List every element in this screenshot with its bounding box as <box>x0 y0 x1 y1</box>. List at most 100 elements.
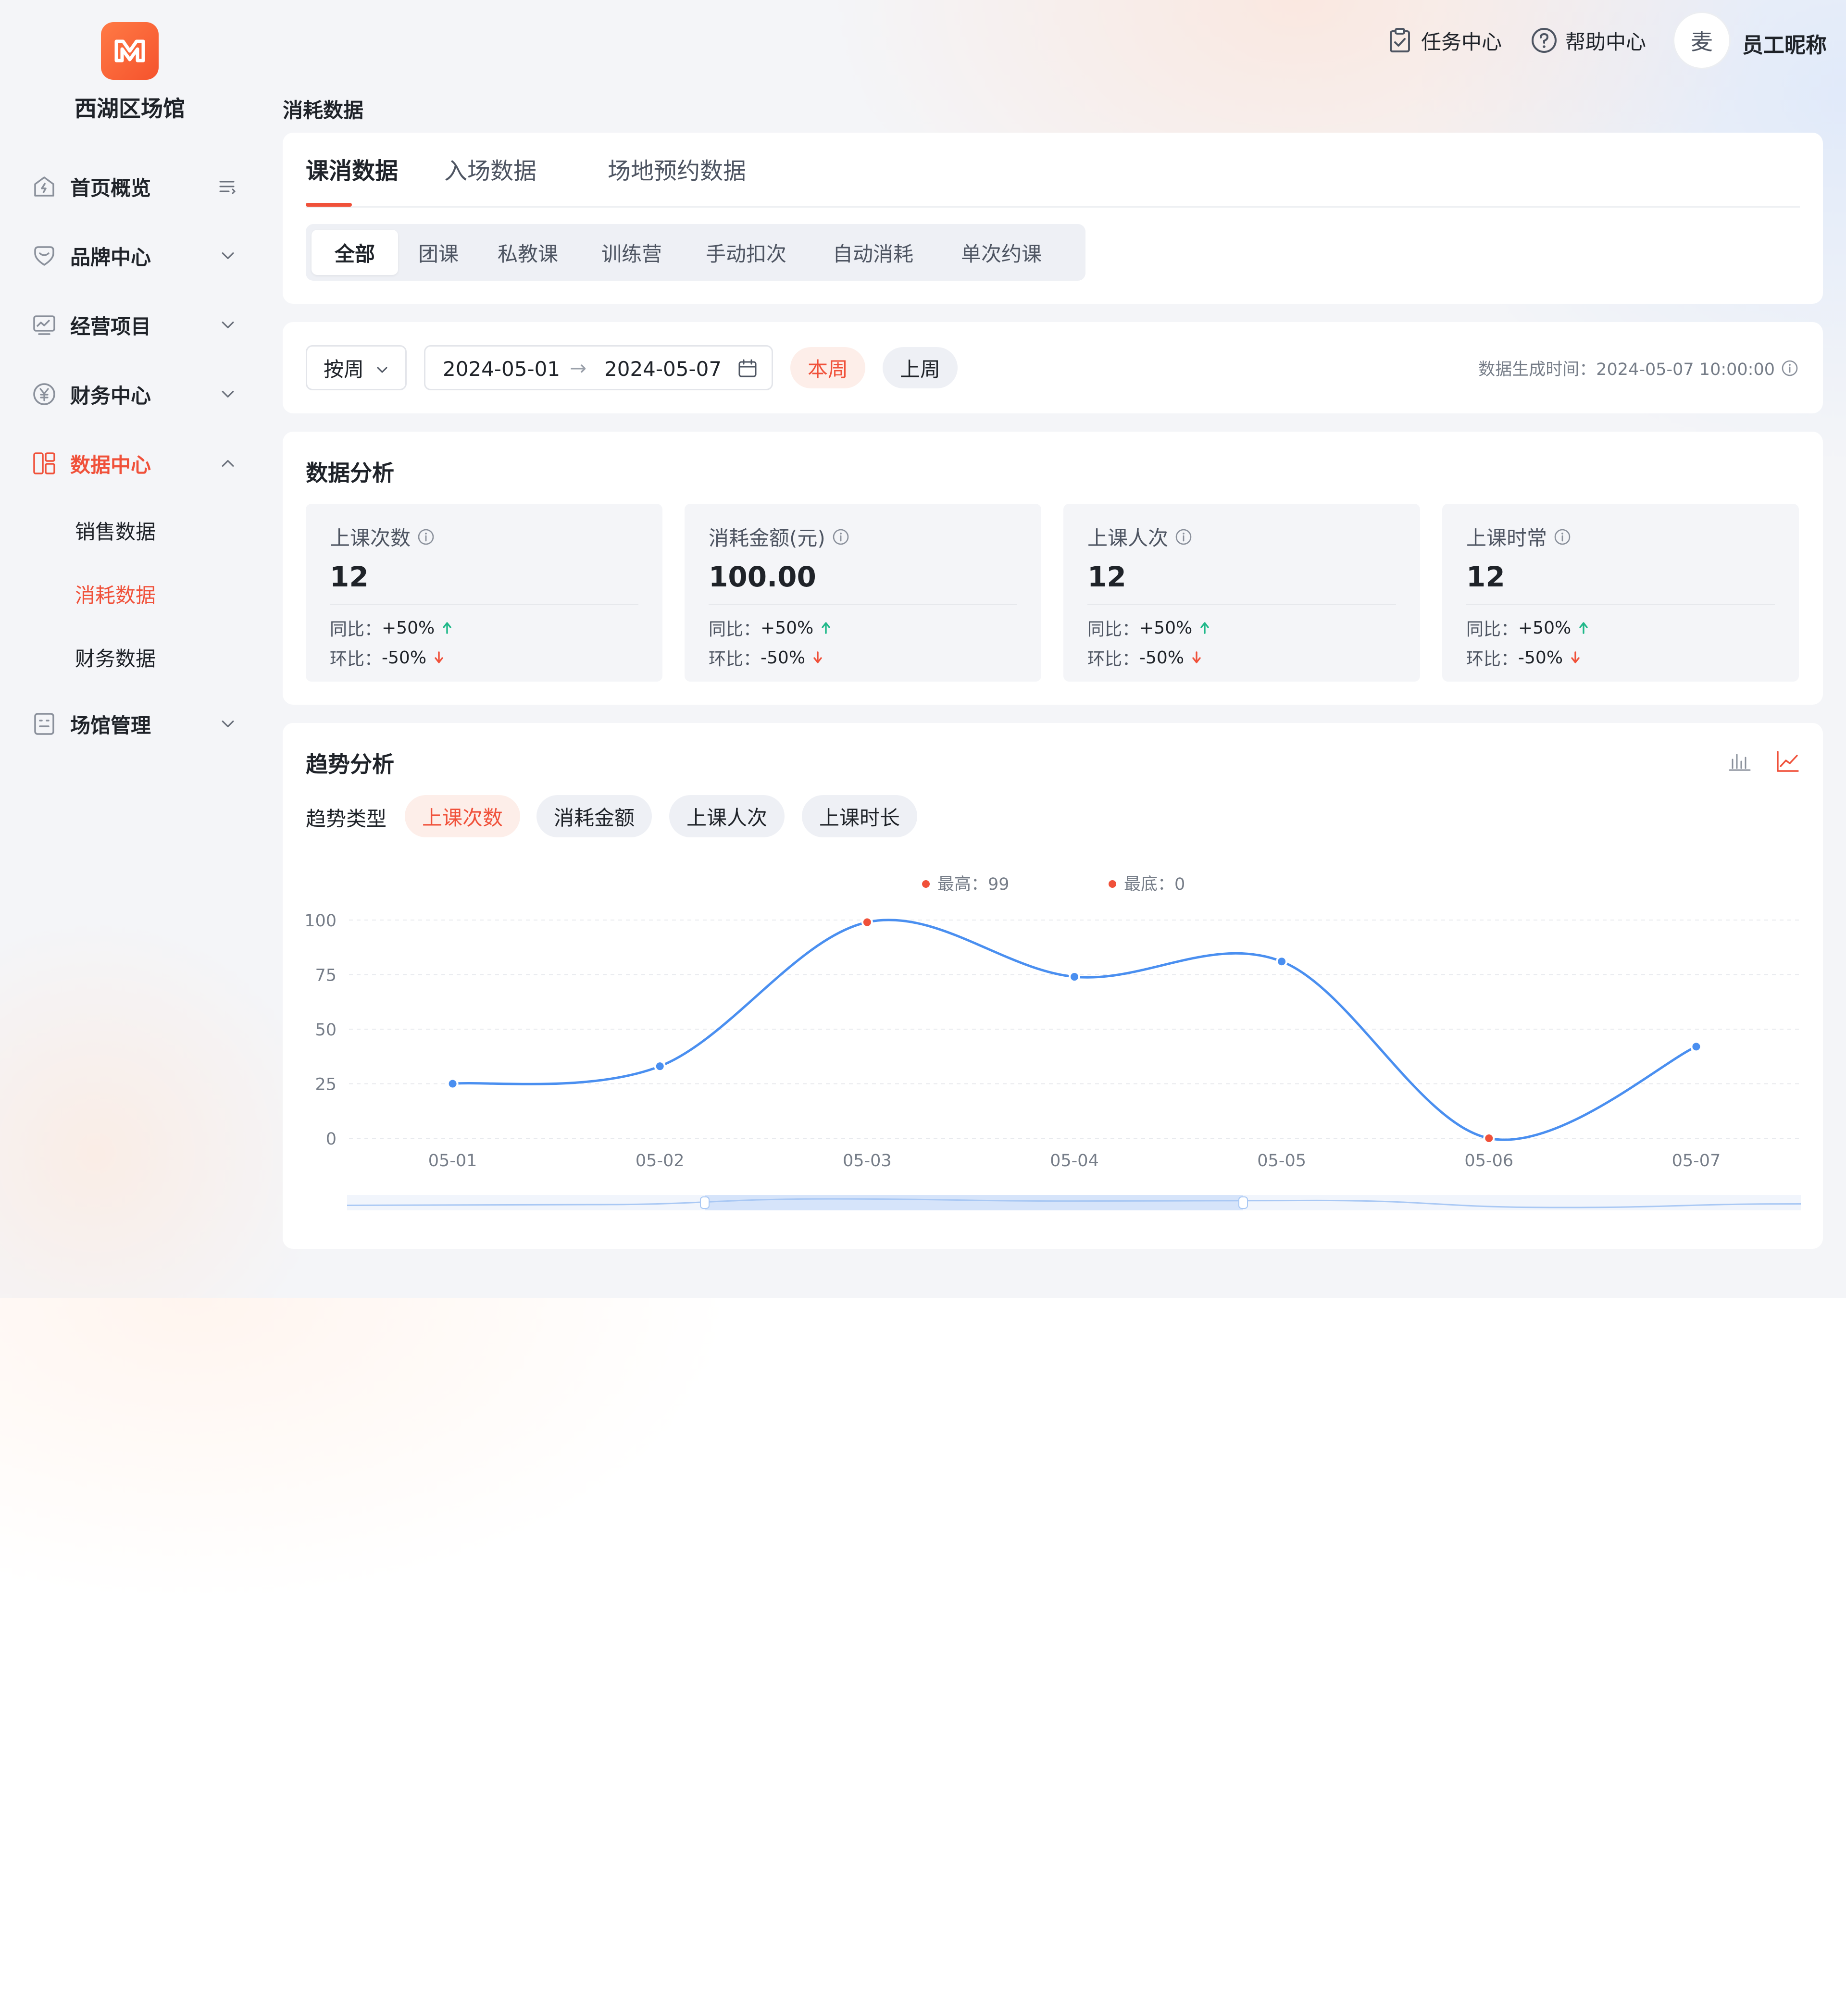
arrow-up-icon <box>822 622 830 634</box>
empty-area <box>0 1298 1846 2016</box>
kpi-mom: 环比： -50% <box>330 645 445 670</box>
help-center-link[interactable]: 帮助中心 <box>1530 22 1646 59</box>
kpi-card-attendance: 上课人次 12 同比： +50% 环比： -50% <box>1063 504 1420 682</box>
business-icon <box>31 311 58 338</box>
info-icon[interactable] <box>416 527 436 547</box>
segment-auto-consume[interactable]: 自动消耗 <box>811 230 935 275</box>
calendar-icon <box>738 359 757 377</box>
divider <box>1466 604 1775 605</box>
kpi-mom: 环比： -50% <box>1466 645 1581 670</box>
avatar[interactable]: 麦 <box>1673 12 1731 69</box>
sidebar-subitem-consumption[interactable]: 消耗数据 <box>75 577 156 610</box>
segment-group-class[interactable]: 团课 <box>400 230 477 275</box>
segment-single-booking[interactable]: 单次约课 <box>939 230 1063 275</box>
this-week-button[interactable]: 本周 <box>790 347 865 388</box>
x-tick-label: 05-05 <box>1257 1151 1306 1170</box>
sidebar-item-data-center[interactable]: 数据中心 <box>31 444 237 483</box>
info-icon[interactable] <box>831 527 850 547</box>
x-tick-label: 05-07 <box>1672 1151 1721 1170</box>
segment-training-camp[interactable]: 训练营 <box>584 230 680 275</box>
kpi-yoy: 同比： +50% <box>1466 615 1589 640</box>
yoy-label: 同比： <box>709 620 761 639</box>
mom-value: -50% <box>382 647 427 668</box>
data-point <box>1069 971 1080 983</box>
info-icon[interactable] <box>1553 527 1572 547</box>
trend-type-label: 趋势类型 <box>306 807 387 831</box>
kpi-label-text: 上课次数 <box>330 526 411 550</box>
generated-time-text: 数据生成时间：2024-05-07 10:00:00 <box>1478 360 1775 379</box>
sidebar-subitem-finance-data[interactable]: 财务数据 <box>75 640 156 674</box>
course-type-filter: 全部 团课 私教课 训练营 手动扣次 自动消耗 单次约课 <box>306 224 1085 281</box>
dashboard-icon <box>31 450 58 477</box>
sidebar-item-label: 首页概览 <box>70 176 151 200</box>
tab-class-consumption[interactable]: 课消数据 <box>306 152 398 186</box>
kpi-label: 上课时常 <box>1466 522 1572 551</box>
line-chart-icon[interactable] <box>1773 747 1802 776</box>
clipboard-check-icon <box>1385 26 1414 55</box>
kpi-card-class-count: 上课次数 12 同比： +50% 环比： -50% <box>306 504 662 682</box>
legend-max-label: 最高：99 <box>937 875 1010 894</box>
sidebar-item-label: 场馆管理 <box>70 713 151 737</box>
brand-icon <box>31 242 58 269</box>
last-week-button[interactable]: 上周 <box>883 347 958 388</box>
sidebar-item-venue[interactable]: 场馆管理 <box>31 705 237 743</box>
yoy-label: 同比： <box>330 620 382 639</box>
zoom-handle-end[interactable] <box>1238 1196 1248 1209</box>
legend-max-marker <box>922 880 930 888</box>
arrow-up-icon <box>1200 622 1209 634</box>
kpi-label-text: 消耗金额(元) <box>709 526 825 550</box>
legend-min-marker <box>1109 880 1116 888</box>
y-tick-label: 50 <box>315 1020 337 1040</box>
trend-type-attendance[interactable]: 上课人次 <box>669 795 785 837</box>
kpi-mom: 环比： -50% <box>1087 645 1202 670</box>
tab-venue-booking[interactable]: 场地预约数据 <box>608 152 746 186</box>
trend-type-amount[interactable]: 消耗金额 <box>536 795 652 837</box>
sidebar-item-business[interactable]: 经营项目 <box>31 306 237 344</box>
chevron-down-icon <box>218 246 237 265</box>
date-end: 2024-05-07 <box>604 357 722 381</box>
x-tick-label: 05-03 <box>843 1151 892 1170</box>
info-icon[interactable] <box>1781 359 1799 377</box>
period-select[interactable]: 按周 <box>306 345 407 390</box>
username[interactable]: 员工昵称 <box>1742 28 1827 59</box>
y-tick-label: 0 <box>326 1130 337 1149</box>
trend-type-class-count[interactable]: 上课次数 <box>405 795 520 837</box>
trend-type-duration[interactable]: 上课时长 <box>802 795 917 837</box>
tab-entry-data[interactable]: 入场数据 <box>444 152 536 186</box>
sidebar-subitem-sales[interactable]: 销售数据 <box>75 513 156 547</box>
kpi-yoy: 同比： +50% <box>1087 615 1210 640</box>
segment-manual-deduct[interactable]: 手动扣次 <box>686 230 807 275</box>
yoy-value: +50% <box>1139 618 1193 638</box>
task-center-link[interactable]: 任务中心 <box>1385 22 1502 59</box>
bar-chart-icon[interactable] <box>1725 747 1754 776</box>
arrow-down-icon <box>1192 651 1201 663</box>
kpi-label: 上课人次 <box>1087 522 1193 551</box>
data-point <box>1276 956 1288 968</box>
zoom-handle-start[interactable] <box>700 1196 710 1209</box>
zoom-slider-window <box>705 1195 1243 1210</box>
sidebar-item-brand[interactable]: 品牌中心 <box>31 236 237 275</box>
arrow-down-icon <box>813 651 822 663</box>
legend-min-label: 最底：0 <box>1124 875 1185 894</box>
data-point <box>1690 1041 1702 1053</box>
sidebar-item-finance[interactable]: 财务中心 <box>31 375 237 413</box>
x-tick-label: 05-02 <box>636 1151 685 1170</box>
segment-private-class[interactable]: 私教课 <box>480 230 576 275</box>
sidebar-item-label: 经营项目 <box>70 314 151 338</box>
chevron-down-icon <box>218 315 237 335</box>
sidebar-item-home[interactable]: 首页概览 <box>31 167 237 206</box>
x-tick-label: 05-04 <box>1050 1151 1099 1170</box>
collapse-menu-icon[interactable] <box>218 177 237 196</box>
home-icon <box>31 173 58 200</box>
period-select-value: 按周 <box>324 357 364 381</box>
chevron-down-icon <box>218 714 237 734</box>
mom-label: 环比： <box>330 649 382 669</box>
tabs-card: 课消数据 入场数据 场地预约数据 全部 团课 私教课 训练营 手动扣次 自动消耗… <box>283 133 1823 304</box>
segment-all[interactable]: 全部 <box>312 230 398 275</box>
date-range-picker[interactable]: 2024-05-01 → 2024-05-07 <box>424 345 773 390</box>
kpi-yoy: 同比： +50% <box>330 615 453 640</box>
yoy-value: +50% <box>1518 618 1572 638</box>
venue-logo[interactable] <box>101 22 159 80</box>
info-icon[interactable] <box>1174 527 1193 547</box>
page-title: 消耗数据 <box>283 99 364 122</box>
